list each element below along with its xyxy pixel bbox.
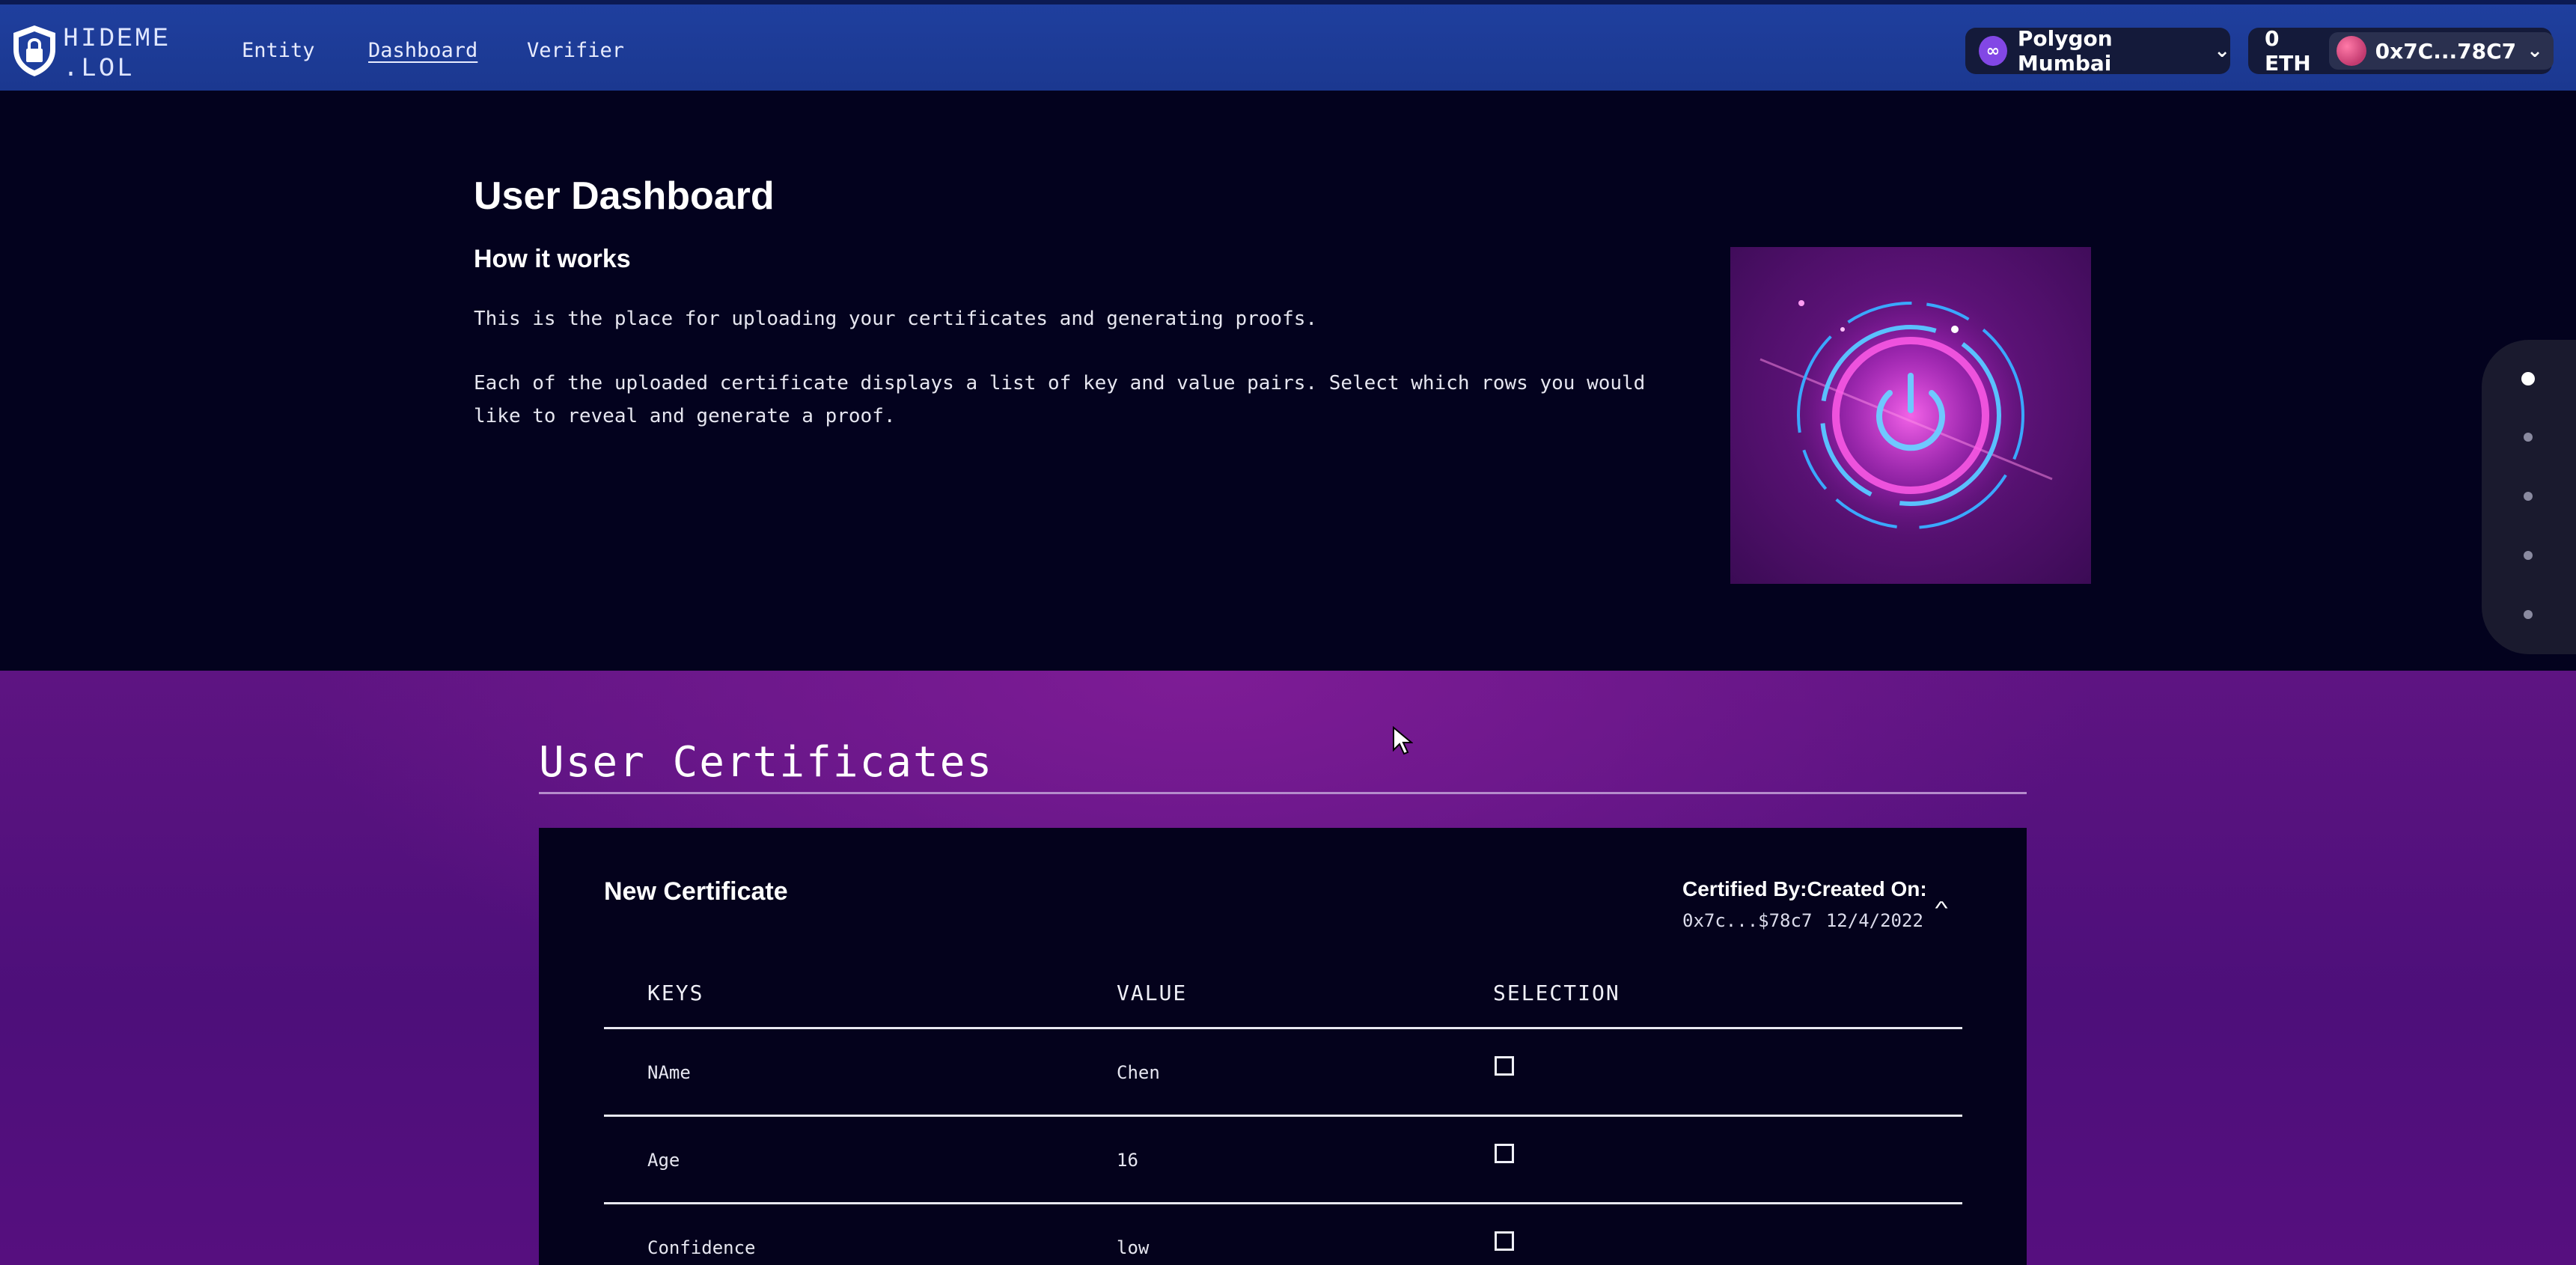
top-navbar: HIDEME .LOL Entity Dashboard Verifier ∞ … [0,0,2576,91]
created-on-date: 12/4/2022 [1825,910,1923,931]
page-title: User Dashboard [474,174,775,218]
heading-divider [539,792,2027,794]
instructions-paragraph: Each of the uploaded certificate display… [474,372,1646,427]
intro-paragraph: This is the place for uploading your cer… [474,308,1318,330]
polygon-icon: ∞ [1979,36,2007,66]
how-it-works-heading: How it works [474,245,631,273]
row-key: Confidence [647,1237,756,1258]
eth-balance: 0 ETH [2265,26,2311,76]
row-value: low [1117,1237,1150,1258]
row-key: Age [647,1150,680,1171]
nav-verifier-link[interactable]: Verifier [527,39,624,62]
nav-dashboard-link[interactable]: Dashboard [368,39,477,62]
site-logo[interactable]: HIDEME .LOL [10,21,198,84]
row-select-checkbox[interactable] [1495,1056,1514,1076]
certificate-meta-values: 0x7c...$78c7 12/4/2022 [1682,910,1923,931]
table-header-divider [604,1027,1962,1029]
column-header-keys: KEYS [647,981,704,1005]
chevron-up-icon[interactable]: ^ [1935,897,1948,920]
power-ring-illustration [1730,247,2091,584]
pagination-dot-4[interactable] [2524,551,2533,560]
row-divider [604,1202,1962,1204]
row-value: 16 [1117,1150,1138,1171]
certificate-card: New Certificate Certified By:Created On:… [539,828,2027,1265]
logo-wordmark: HIDEME .LOL [63,24,171,84]
certified-by-address: 0x7c...$78c7 [1682,910,1813,931]
network-selector[interactable]: ∞ Polygon Mumbai ⌄ [1965,26,2230,76]
network-name: Polygon Mumbai [2017,26,2113,76]
account-address: 0x7C...78C7 [2375,38,2517,64]
certificate-title: New Certificate [604,877,788,906]
account-button[interactable]: 0x7C...78C7 ⌄ [2328,32,2554,70]
row-value: Chen [1117,1062,1160,1083]
certificates-heading: User Certificates [539,738,994,787]
logo-line-2: .LOL [63,54,135,84]
pagination-dot-1[interactable] [2521,372,2535,385]
nav-entity-link[interactable]: Entity [242,39,315,62]
pagination-dot-2[interactable] [2524,433,2533,442]
pagination-dot-3[interactable] [2524,492,2533,501]
certificate-meta-label: Certified By:Created On: [1682,877,1927,900]
chevron-down-icon: ⌄ [2214,40,2230,62]
chevron-down-icon: ⌄ [2527,40,2543,62]
column-header-selection: SELECTION [1493,981,1620,1005]
logo-line-1: HIDEME [63,24,171,54]
row-key: NAme [647,1062,691,1083]
row-select-checkbox[interactable] [1495,1144,1514,1163]
mouse-cursor-icon [1393,726,1413,755]
column-header-value: VALUE [1117,981,1188,1005]
pagination-dot-5[interactable] [2524,610,2533,619]
row-select-checkbox[interactable] [1495,1231,1514,1251]
account-widget[interactable]: 0 ETH 0x7C...78C7 ⌄ [2248,26,2554,76]
power-icon [1759,288,2053,543]
avatar [2336,36,2366,66]
shield-lock-icon [13,25,55,76]
section-pagination [2482,340,2576,654]
row-divider [604,1115,1962,1117]
